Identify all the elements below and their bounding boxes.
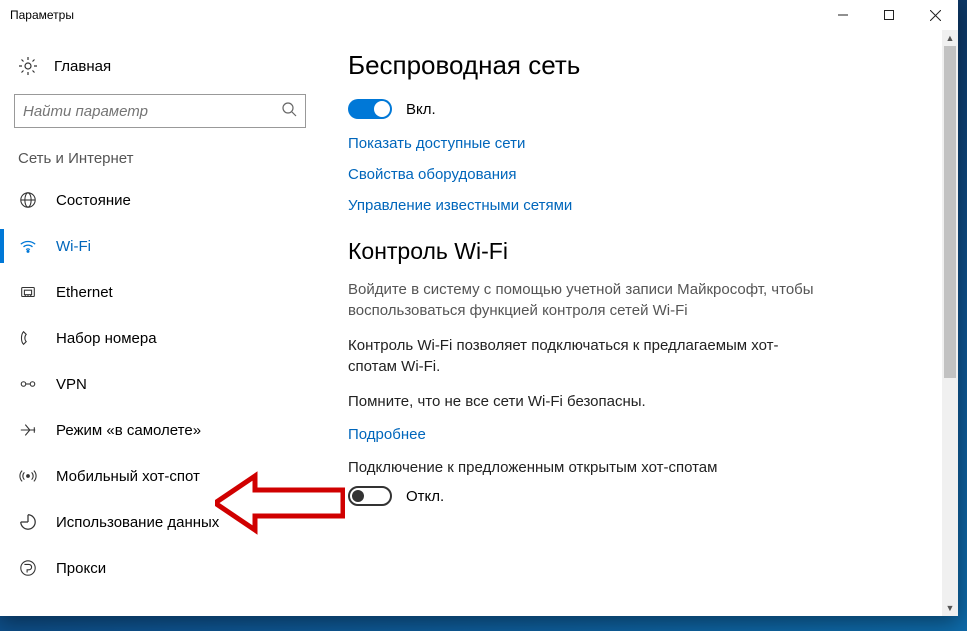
sidebar-item-status[interactable]: Состояние — [0, 177, 320, 223]
sidebar-item-label: Набор номера — [56, 330, 157, 347]
paragraph-warning: Помните, что не все сети Wi-Fi безопасны… — [348, 391, 818, 412]
paragraph-open-hotspots: Подключение к предложенным открытым хот-… — [348, 457, 818, 478]
sidebar-item-vpn[interactable]: VPN — [0, 361, 320, 407]
open-hotspots-toggle-label: Откл. — [406, 488, 444, 505]
gear-icon — [18, 56, 38, 76]
main-content: Беспроводная сеть Вкл. Показать доступны… — [320, 30, 958, 616]
sidebar: Главная Сеть и Интернет — [0, 30, 320, 616]
settings-window: Параметры — [0, 0, 958, 616]
search-icon — [281, 101, 297, 122]
link-hardware-props[interactable]: Свойства оборудования — [348, 166, 930, 183]
sidebar-item-airplane[interactable]: Режим «в самолете» — [0, 407, 320, 453]
minimize-button[interactable] — [820, 0, 866, 30]
sidebar-item-ethernet[interactable]: Ethernet — [0, 269, 320, 315]
scroll-up-button[interactable]: ▲ — [942, 30, 958, 46]
datausage-icon — [18, 512, 38, 532]
sidebar-item-label: Мобильный хот-спот — [56, 468, 200, 485]
scroll-thumb[interactable] — [944, 46, 956, 378]
sidebar-item-label: Режим «в самолете» — [56, 422, 201, 439]
paragraph-signin: Войдите в систему с помощью учетной запи… — [348, 279, 818, 321]
sidebar-item-label: Wi-Fi — [56, 238, 91, 255]
hotspot-icon — [18, 466, 38, 486]
wifi-icon — [18, 236, 38, 256]
sidebar-item-dialup[interactable]: Набор номера — [0, 315, 320, 361]
link-manage-known[interactable]: Управление известными сетями — [348, 197, 930, 214]
sidebar-home-label: Главная — [54, 58, 111, 75]
proxy-icon — [18, 558, 38, 578]
section-heading-wifisense: Контроль Wi-Fi — [348, 238, 930, 265]
scrollbar[interactable]: ▲ ▼ — [942, 30, 958, 616]
sidebar-item-wifi[interactable]: Wi-Fi — [0, 223, 320, 269]
titlebar: Параметры — [0, 0, 958, 30]
wifi-toggle-label: Вкл. — [406, 101, 436, 118]
wifi-toggle[interactable] — [348, 99, 392, 119]
sidebar-section-label: Сеть и Интернет — [0, 142, 320, 177]
globe-icon — [18, 190, 38, 210]
sidebar-item-label: VPN — [56, 376, 87, 393]
sidebar-item-label: Состояние — [56, 192, 131, 209]
paragraph-wifisense-desc: Контроль Wi-Fi позволяет подключаться к … — [348, 335, 818, 377]
scroll-track[interactable] — [942, 46, 958, 600]
page-heading: Беспроводная сеть — [348, 50, 930, 81]
sidebar-item-datausage[interactable]: Использование данных — [0, 499, 320, 545]
sidebar-item-hotspot[interactable]: Мобильный хот-спот — [0, 453, 320, 499]
dialup-icon — [18, 328, 38, 348]
window-title: Параметры — [10, 8, 74, 22]
search-input[interactable] — [23, 103, 281, 120]
sidebar-item-label: Прокси — [56, 560, 106, 577]
maximize-button[interactable] — [866, 0, 912, 30]
airplane-icon — [18, 420, 38, 440]
sidebar-item-label: Использование данных — [56, 514, 219, 531]
sidebar-nav: Состояние Wi-Fi Ethernet — [0, 177, 320, 616]
open-hotspots-toggle[interactable] — [348, 486, 392, 506]
search-box[interactable] — [14, 94, 306, 128]
link-show-networks[interactable]: Показать доступные сети — [348, 135, 930, 152]
sidebar-home[interactable]: Главная — [0, 46, 320, 86]
link-learn-more[interactable]: Подробнее — [348, 426, 930, 443]
close-button[interactable] — [912, 0, 958, 30]
sidebar-item-label: Ethernet — [56, 284, 113, 301]
sidebar-item-proxy[interactable]: Прокси — [0, 545, 320, 591]
ethernet-icon — [18, 282, 38, 302]
scroll-down-button[interactable]: ▼ — [942, 600, 958, 616]
vpn-icon — [18, 374, 38, 394]
